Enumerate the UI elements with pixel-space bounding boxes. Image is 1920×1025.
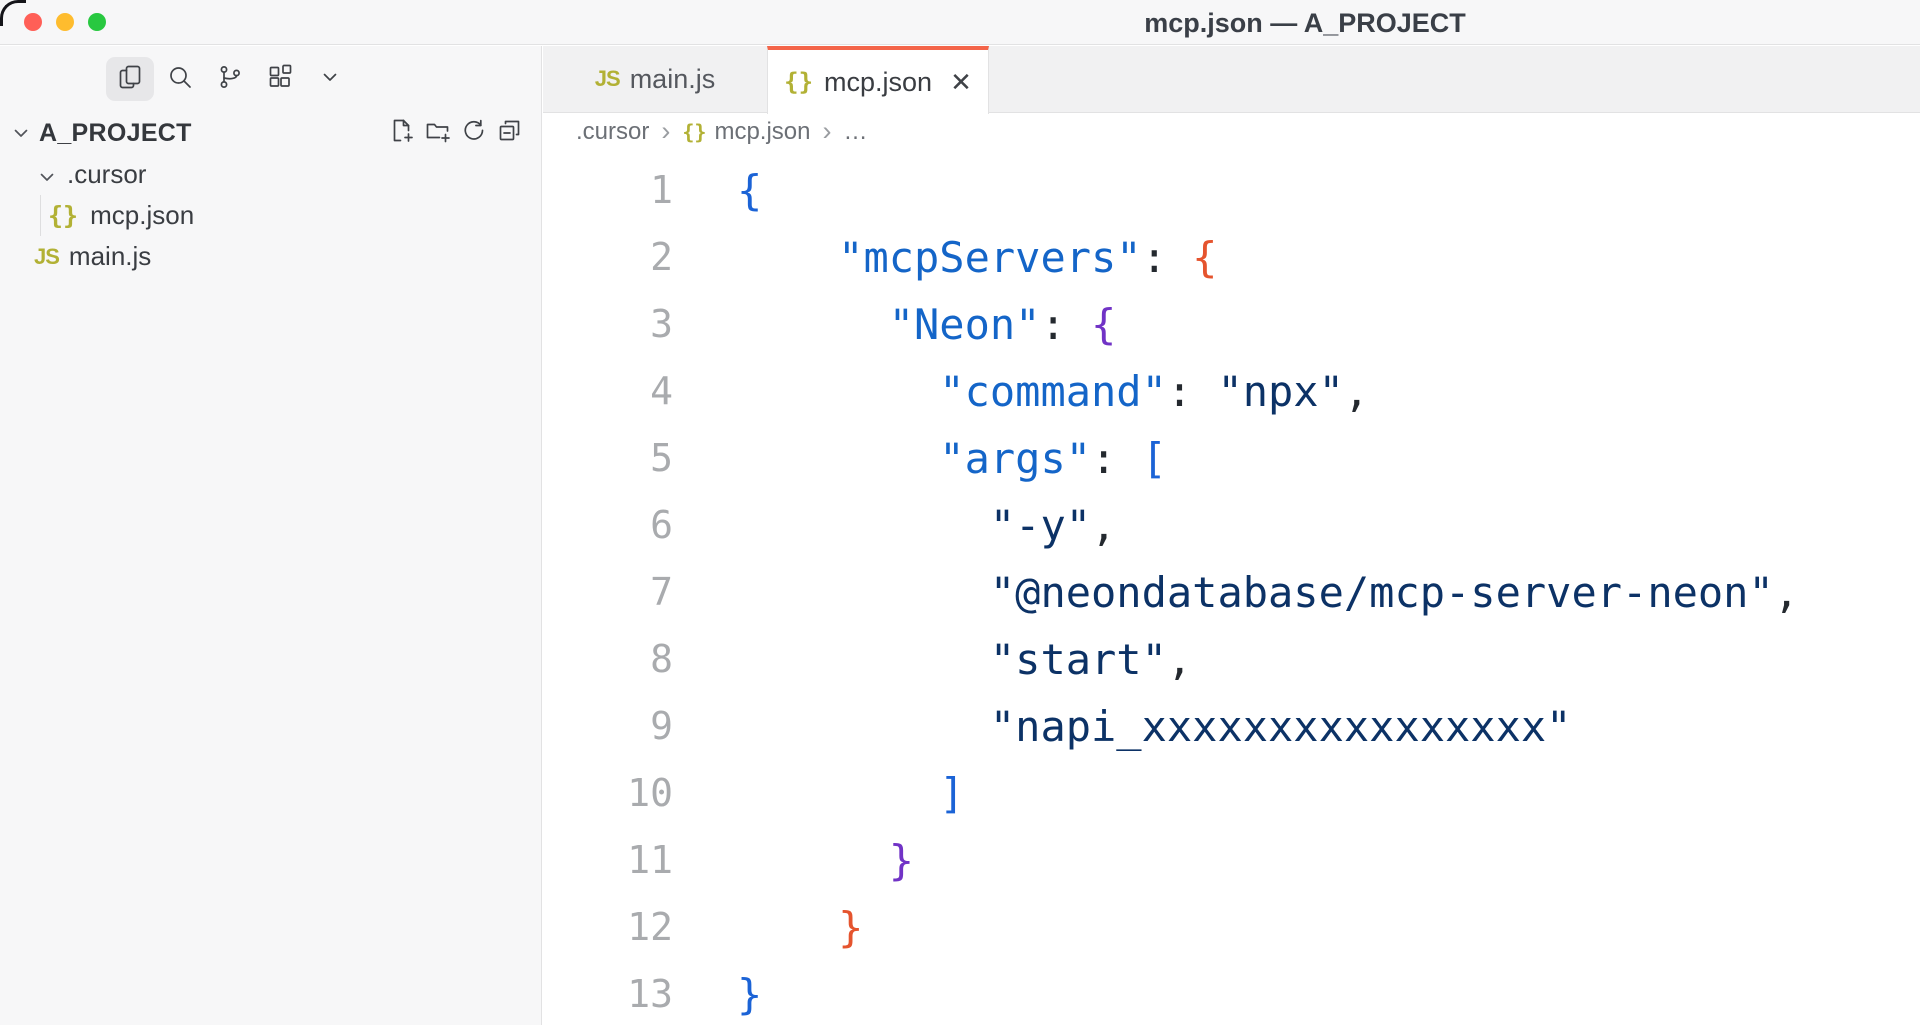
indent-guide <box>40 195 41 236</box>
new-file-button[interactable] <box>383 116 419 150</box>
chevron-down-icon <box>36 164 58 186</box>
code-line[interactable]: 7 "@neondatabase/mcp-server-neon", <box>543 559 1920 626</box>
code-line[interactable]: 6 "-y", <box>543 492 1920 559</box>
code-text[interactable]: "@neondatabase/mcp-server-neon", <box>673 559 1799 626</box>
tab-label: mcp.json <box>824 67 932 98</box>
line-number[interactable]: 4 <box>543 358 673 425</box>
code-text[interactable]: "mcpServers": { <box>673 224 1217 291</box>
explorer-section-header[interactable]: A_PROJECT <box>0 112 541 154</box>
project-root-label: A_PROJECT <box>39 119 192 148</box>
code-text[interactable]: } <box>673 961 762 1025</box>
code-area[interactable]: 1{2 "mcpServers": {3 "Neon": {4 "command… <box>543 150 1920 1025</box>
code-line[interactable]: 8 "start", <box>543 626 1920 693</box>
code-line[interactable]: 9 "napi_xxxxxxxxxxxxxxxx" <box>543 693 1920 760</box>
close-window-button[interactable] <box>24 13 42 31</box>
files-icon <box>116 63 144 96</box>
line-number[interactable]: 6 <box>543 492 673 559</box>
explorer-activity-button[interactable] <box>106 57 154 101</box>
tree-item-mcp-json[interactable]: {} mcp.json <box>0 195 541 236</box>
file-name: mcp.json <box>90 200 194 231</box>
file-name: main.js <box>69 241 151 272</box>
chevron-right-icon: › <box>661 118 670 145</box>
close-tab-button[interactable]: ✕ <box>950 67 972 98</box>
line-number[interactable]: 11 <box>543 827 673 894</box>
app-window: mcp.json — A_PROJECT <box>0 0 1920 1025</box>
js-file-icon: JS <box>595 66 620 92</box>
line-number[interactable]: 5 <box>543 425 673 492</box>
tab-mcp-json[interactable]: {} mcp.json ✕ <box>767 46 989 114</box>
code-text[interactable]: "command": "npx", <box>673 358 1369 425</box>
line-number[interactable]: 1 <box>543 157 673 224</box>
code-line[interactable]: 10 ] <box>543 760 1920 827</box>
line-number[interactable]: 9 <box>543 693 673 760</box>
file-tree: .cursor {} mcp.json JS main.js <box>0 154 541 277</box>
tree-item-main-js[interactable]: JS main.js <box>0 236 541 277</box>
sidebar: A_PROJECT <box>0 46 542 1025</box>
window-title: mcp.json — A_PROJECT <box>1144 8 1466 39</box>
code-line[interactable]: 5 "args": [ <box>543 425 1920 492</box>
code-text[interactable]: "-y", <box>673 492 1116 559</box>
search-activity-button[interactable] <box>156 57 204 101</box>
activity-bar <box>0 46 541 112</box>
breadcrumb-item-mcp-json[interactable]: {} mcp.json <box>682 118 810 146</box>
json-file-icon: {} <box>784 68 813 96</box>
extensions-icon <box>266 63 294 96</box>
breadcrumb-item-cursor[interactable]: .cursor <box>576 118 649 146</box>
chevron-right-icon: › <box>823 118 832 145</box>
line-number[interactable]: 13 <box>543 961 673 1025</box>
titlebar: mcp.json — A_PROJECT <box>0 0 1920 45</box>
folder-name: .cursor <box>67 159 146 190</box>
line-number[interactable]: 8 <box>543 626 673 693</box>
new-file-icon <box>388 117 415 149</box>
new-folder-icon <box>424 117 451 149</box>
tab-bar: JS main.js {} mcp.json ✕ <box>543 46 1920 113</box>
refresh-button[interactable] <box>455 116 491 150</box>
tab-label: main.js <box>630 64 716 95</box>
chevron-down-icon <box>10 122 32 144</box>
line-number[interactable]: 12 <box>543 894 673 961</box>
traffic-lights <box>24 13 106 31</box>
line-number[interactable]: 3 <box>543 291 673 358</box>
tree-item-cursor-folder[interactable]: .cursor <box>0 154 541 195</box>
new-folder-button[interactable] <box>419 116 455 150</box>
code-line[interactable]: 12 } <box>543 894 1920 961</box>
refresh-icon <box>460 117 487 149</box>
zoom-window-button[interactable] <box>88 13 106 31</box>
collapse-all-button[interactable] <box>491 116 527 150</box>
collapse-all-icon <box>496 117 523 149</box>
source-control-activity-button[interactable] <box>206 57 254 101</box>
line-number[interactable]: 10 <box>543 760 673 827</box>
code-text[interactable]: "args": [ <box>673 425 1167 492</box>
json-file-icon: {} <box>48 201 78 230</box>
code-line[interactable]: 1{ <box>543 157 1920 224</box>
code-text[interactable]: } <box>673 827 914 894</box>
minimize-window-button[interactable] <box>56 13 74 31</box>
line-number[interactable]: 2 <box>543 224 673 291</box>
line-number[interactable]: 7 <box>543 559 673 626</box>
code-line[interactable]: 3 "Neon": { <box>543 291 1920 358</box>
code-text[interactable]: "Neon": { <box>673 291 1116 358</box>
breadcrumb-item-symbol[interactable]: … <box>844 118 868 146</box>
editor-pane: JS main.js {} mcp.json ✕ .cursor › {} mc… <box>543 46 1920 1025</box>
code-line[interactable]: 2 "mcpServers": { <box>543 224 1920 291</box>
code-text[interactable]: "start", <box>673 626 1192 693</box>
tab-main-js[interactable]: JS main.js <box>543 46 767 112</box>
code-text[interactable]: ] <box>673 760 965 827</box>
source-control-icon <box>216 63 244 96</box>
more-views-button[interactable] <box>306 57 354 101</box>
code-line[interactable]: 11 } <box>543 827 1920 894</box>
extensions-activity-button[interactable] <box>256 57 304 101</box>
code-text[interactable]: "napi_xxxxxxxxxxxxxxxx" <box>673 693 1571 760</box>
code-text[interactable]: } <box>673 894 863 961</box>
js-file-icon: JS <box>34 244 59 270</box>
search-icon <box>166 63 194 96</box>
code-line[interactable]: 4 "command": "npx", <box>543 358 1920 425</box>
code-line[interactable]: 13} <box>543 961 1920 1025</box>
json-file-icon: {} <box>682 120 706 144</box>
code-text[interactable]: { <box>673 157 762 224</box>
chevron-down-icon <box>316 63 344 96</box>
breadcrumb: .cursor › {} mcp.json › … <box>543 113 1920 150</box>
